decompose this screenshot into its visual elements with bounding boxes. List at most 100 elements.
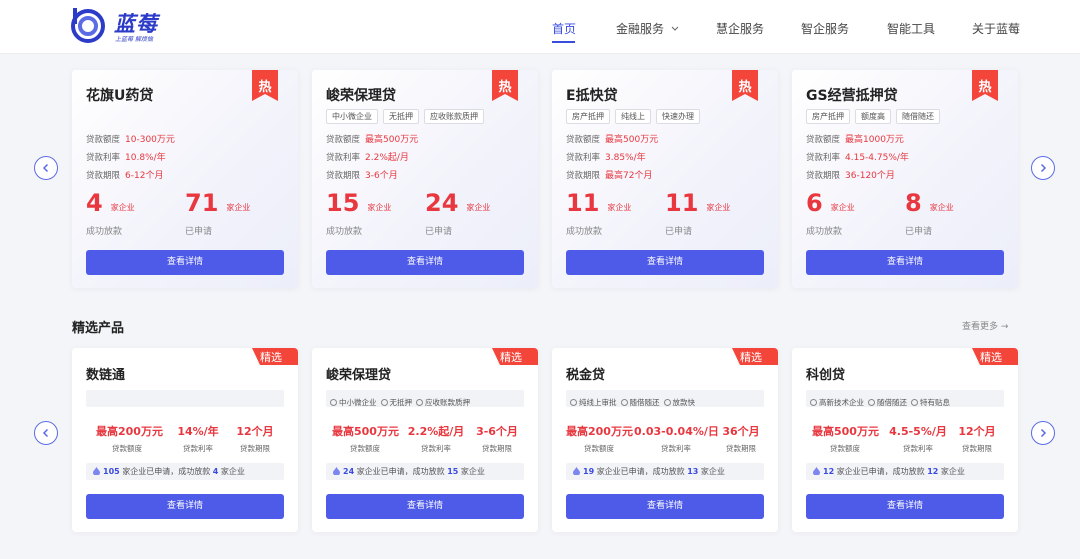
product-tag: 应收账款质押 [424, 109, 484, 124]
metric-rate: 14%/年 贷款利率 [170, 423, 226, 454]
nav-finance[interactable]: 金融服务 [616, 20, 679, 37]
check-circle-icon [570, 399, 577, 406]
view-details-button[interactable]: 查看详情 [566, 494, 764, 519]
picks-prev-button[interactable] [34, 421, 58, 445]
hot-badge-label: 热 [258, 80, 272, 95]
product-tags: 房产抵押 纯线上 快速办理 [566, 109, 705, 125]
hot-badge-label: 热 [738, 80, 752, 95]
metric-term: 3-6个月 贷款期限 [472, 423, 522, 454]
nav-finance-label: 金融服务 [616, 22, 665, 36]
hot-badge: 热 [252, 70, 278, 101]
spec-amount: 贷款额度 最高500万元 [566, 132, 658, 145]
metric-value: 最高200万元 [566, 425, 633, 438]
spec-value: 最高72个月 [605, 171, 653, 181]
spec-value: 36-120个月 [845, 171, 895, 181]
spec-label: 贷款额度 [86, 135, 121, 145]
view-details-button[interactable]: 查看详情 [806, 494, 1004, 519]
feature-item: 随借随还 [868, 394, 907, 411]
metric-value: 12个月 [236, 425, 274, 438]
metric-label: 贷款额度 [584, 444, 614, 453]
pick-product-card[interactable]: 精选 峻荣保理贷 中小微企业 无抵押 应收账款质押 最高500万元 贷款额度 2.2%… [312, 348, 538, 532]
metric-label: 贷款期限 [726, 444, 756, 453]
product-tag: 中小微企业 [326, 109, 378, 124]
product-tag: 无抵押 [383, 109, 419, 124]
spec-label: 贷款利率 [566, 153, 601, 163]
view-details-button[interactable]: 查看详情 [326, 494, 524, 519]
hot-product-card[interactable]: 热 峻荣保理贷 中小微企业 无抵押 应收账款质押 贷款额度 最高500万元 贷款利率 2… [312, 70, 538, 288]
metric-value: 4.5-5%/月 [889, 425, 947, 438]
view-details-button[interactable]: 查看详情 [86, 494, 284, 519]
applied-count: 105 [103, 467, 120, 476]
feature-item: 放款快 [663, 394, 695, 411]
stat-text: 家企业已申请，成功放款 [596, 467, 685, 476]
applied-stat: 8 家企业 [905, 189, 954, 217]
pick-product-card[interactable]: 精选 数链通 最高200万元 贷款额度 14%/年 贷款利率 12个月 贷款期限 10… [72, 348, 298, 532]
check-circle-icon [380, 399, 388, 406]
hot-next-button[interactable] [1031, 156, 1055, 180]
hot-product-card[interactable]: 热 花旗U药贷 贷款额度 10-300万元 贷款利率 10.8%/年 贷款期限 6-1… [72, 70, 298, 288]
stat-unit: 家企业 [706, 203, 731, 212]
pick-badge: 精选 [732, 348, 778, 365]
stat-text: 家企业 [220, 467, 245, 476]
spec-value: 最高500万元 [365, 135, 419, 145]
product-title: 峻荣保理贷 [326, 88, 396, 104]
view-details-button[interactable]: 查看详情 [806, 250, 1004, 275]
metric-term: 12个月 贷款期限 [232, 423, 278, 454]
nav-enterprise[interactable]: 慧企服务 [716, 20, 764, 37]
check-circle-icon [810, 399, 817, 406]
nav-home[interactable]: 首页 [552, 20, 576, 37]
product-title: GS经营抵押贷 [806, 88, 898, 104]
loaned-label: 成功放款 [86, 227, 123, 237]
brand-logo[interactable]: 蓝莓 上蓝莓 解烦恼 [70, 6, 170, 46]
pick-product-card[interactable]: 精选 科创贷 高新技术企业 随借随还 特有贴息 最高500万元 贷款额度 4.5-5%… [792, 348, 1018, 532]
spec-label: 贷款期限 [326, 171, 361, 181]
pick-badge: 精选 [492, 348, 538, 365]
nav-smart-enterprise[interactable]: 智企服务 [801, 20, 849, 37]
metric-value: 最高500万元 [332, 425, 399, 438]
hot-product-card[interactable]: 热 GS经营抵押贷 房产抵押 额度高 随借随还 贷款额度 最高1000万元 贷款利率 4… [792, 70, 1018, 288]
pick-badge-label: 精选 [740, 351, 762, 364]
product-title: E抵快贷 [566, 88, 618, 104]
feature-label: 随借随还 [877, 398, 907, 407]
metric-value: 14%/年 [177, 425, 219, 438]
stat-text: 家企业已申请，成功放款 [122, 467, 211, 476]
metric-amount: 最高200万元贷款额度 [566, 423, 633, 454]
metric-term: 12个月 贷款期限 [954, 423, 1000, 454]
spec-rate: 贷款利率 4.15-4.75%/年 [806, 150, 909, 163]
applied-label: 已申请 [425, 227, 453, 237]
hot-badge: 热 [972, 70, 998, 101]
loaned-count: 12 [927, 467, 939, 476]
product-title: 峻荣保理贷 [326, 368, 392, 383]
metric-amount: 最高500万元 贷款额度 [812, 423, 879, 454]
spec-term: 贷款期限 3-6个月 [326, 168, 398, 181]
see-more-link[interactable]: 查看更多 → [962, 319, 1008, 332]
view-details-button[interactable]: 查看详情 [326, 250, 524, 275]
droplet-icon [333, 467, 340, 475]
hot-product-card[interactable]: 热 E抵快贷 房产抵押 纯线上 快速办理 贷款额度 最高500万元 贷款利率 3.85%… [552, 70, 778, 288]
metric-label: 贷款利率 [421, 444, 451, 453]
product-tags: 中小微企业 无抵押 应收账款质押 [326, 109, 489, 125]
spec-term: 贷款期限 36-120个月 [806, 168, 895, 181]
feature-label: 特有贴息 [920, 398, 950, 407]
chevron-right-icon [1040, 163, 1047, 173]
hot-badge: 热 [492, 70, 518, 101]
check-circle-icon [620, 399, 628, 406]
spec-rate: 贷款利率 3.85%/年 [566, 150, 646, 163]
nav-about[interactable]: 关于蓝莓 [972, 20, 1020, 37]
product-tags: 房产抵押 额度高 随借随还 [806, 109, 945, 125]
spec-label: 贷款额度 [806, 135, 841, 145]
view-details-button[interactable]: 查看详情 [566, 250, 764, 275]
loaned-count: 15 [326, 189, 360, 217]
hot-prev-button[interactable] [34, 156, 58, 180]
nav-tools[interactable]: 智能工具 [887, 20, 935, 37]
pick-product-card[interactable]: 精选 税金贷 纯线上审批 随借随还 放款快 最高200万元 贷款额度 0.03-0.0… [552, 348, 778, 532]
feature-label: 无抵押 [389, 398, 413, 407]
metric-label: 贷款期限 [962, 444, 992, 453]
metric-value: 3-6个月 [476, 425, 518, 438]
metric-value: 最高500万元 [812, 425, 879, 438]
product-tag: 快速办理 [656, 109, 700, 124]
view-details-button[interactable]: 查看详情 [86, 250, 284, 275]
metric-term: 36个月 贷款期限 [718, 423, 764, 454]
product-tag: 随借随还 [896, 109, 940, 124]
picks-next-button[interactable] [1031, 421, 1055, 445]
